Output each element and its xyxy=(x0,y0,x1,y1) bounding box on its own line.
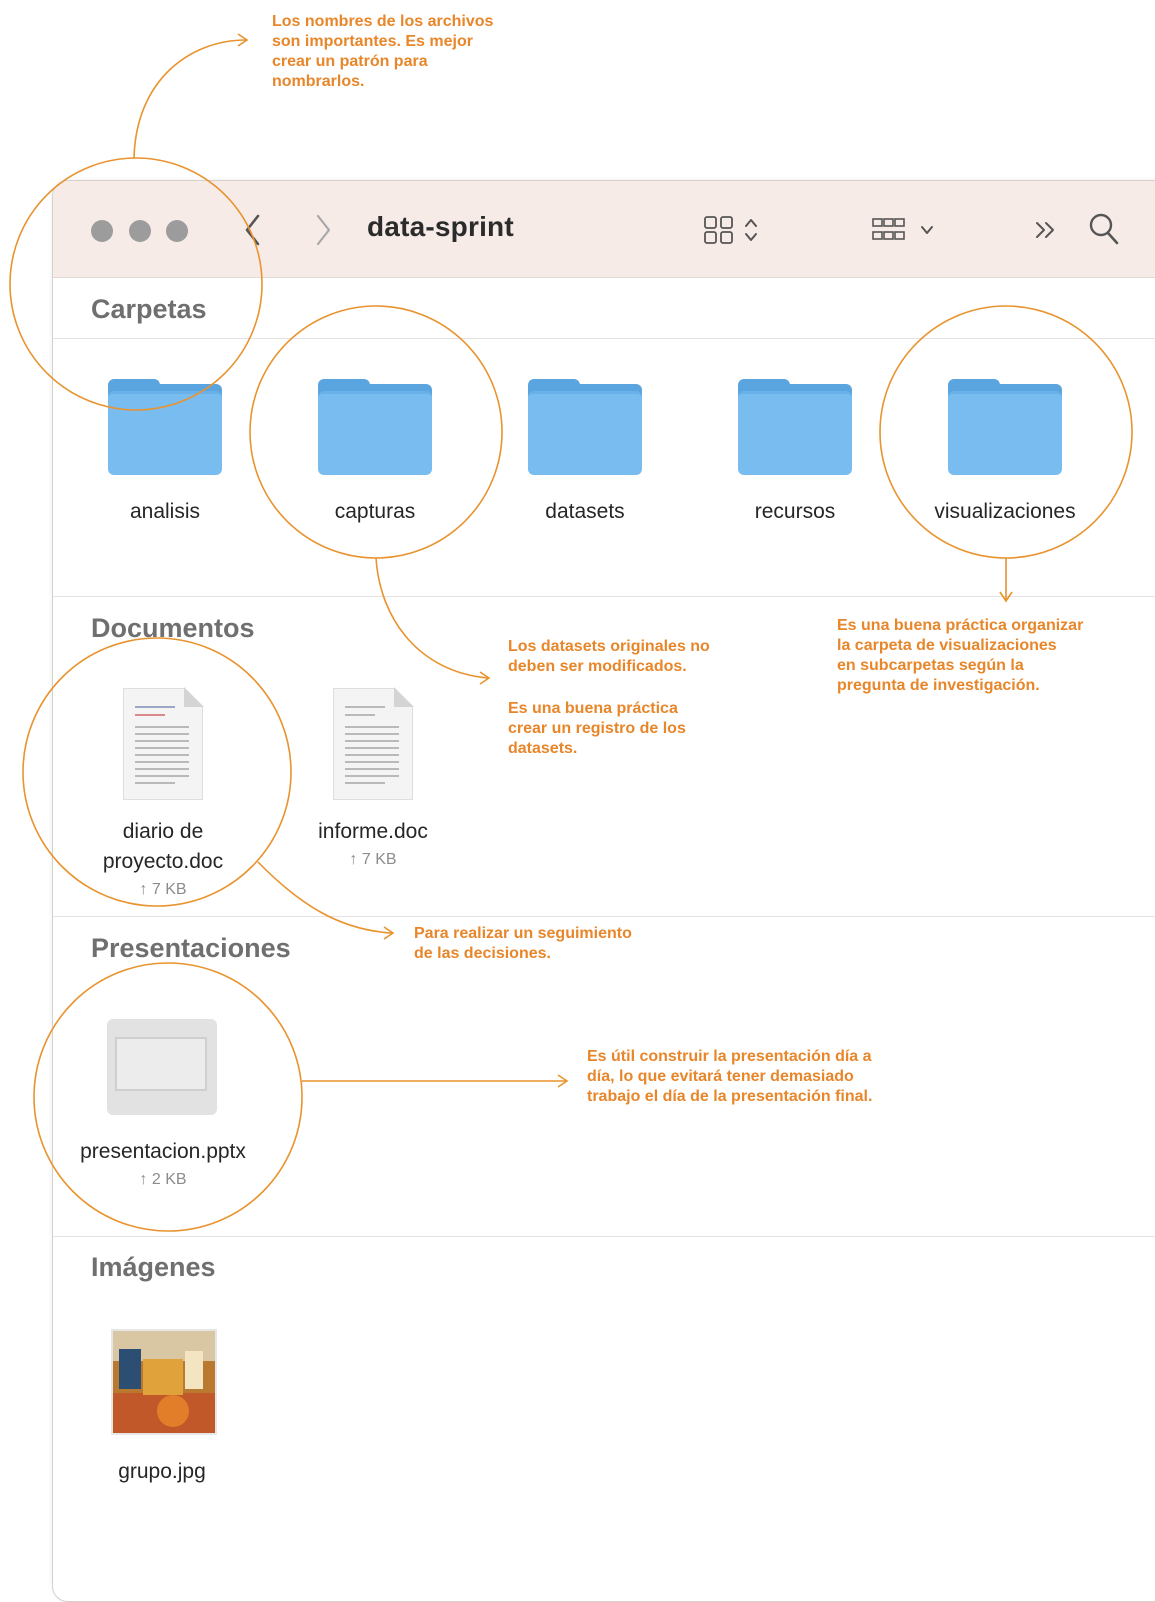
folder-label-datasets[interactable]: datasets xyxy=(470,497,700,527)
zoom-window-button[interactable] xyxy=(166,220,188,242)
toolbar: data-sprint xyxy=(53,181,1155,278)
image-thumbnail[interactable] xyxy=(111,1329,217,1435)
page: data-sprint Carpetas analisis capturas d… xyxy=(0,0,1155,1602)
divider xyxy=(53,338,1155,339)
file-size: ↑ 2 KB xyxy=(139,1171,187,1188)
section-header-presentations: Presentaciones xyxy=(91,933,291,963)
image-label[interactable]: grupo.jpg xyxy=(53,1457,277,1487)
folder-icon[interactable] xyxy=(108,379,222,475)
document-label[interactable]: diario de proyecto.doc xyxy=(53,817,278,877)
folder-label-recursos[interactable]: recursos xyxy=(680,497,910,527)
annotation-datasets-registry: Es una buena práctica crear un registro … xyxy=(508,700,686,757)
file-size: ↑ 7 KB xyxy=(349,851,397,868)
folder-label-capturas[interactable]: capturas xyxy=(260,497,490,527)
folder-icon[interactable] xyxy=(738,379,852,475)
folder-icon[interactable] xyxy=(528,379,642,475)
file-size: ↑ 7 KB xyxy=(139,881,187,898)
annotation-presentation: Es útil construir la presentación día a … xyxy=(587,1048,873,1105)
finder-window: data-sprint Carpetas analisis capturas d… xyxy=(52,180,1155,1602)
folder-label-analisis[interactable]: analisis xyxy=(53,497,280,527)
annotation-datasets-original: Los datasets originales no deben ser mod… xyxy=(508,638,710,675)
arrowhead xyxy=(237,33,249,47)
close-window-button[interactable] xyxy=(91,220,113,242)
annotation-arrow xyxy=(133,39,247,159)
forward-chevron-icon[interactable] xyxy=(313,213,333,247)
document-icon[interactable] xyxy=(333,687,414,800)
annotation-visualizations: Es una buena práctica organizar la carpe… xyxy=(837,617,1084,694)
section-header-folders: Carpetas xyxy=(91,294,207,324)
icon-view-grid-icon[interactable] xyxy=(703,215,735,245)
folder-icon[interactable] xyxy=(318,379,432,475)
annotation-file-names: Los nombres de los archivos son importan… xyxy=(272,13,494,90)
divider xyxy=(53,916,1155,917)
more-chevrons-icon[interactable] xyxy=(1033,217,1059,243)
annotation-diary: Para realizar un seguimiento de las deci… xyxy=(414,925,632,962)
back-chevron-icon[interactable] xyxy=(243,213,263,247)
group-grid-icon[interactable] xyxy=(871,217,907,243)
window-title: data-sprint xyxy=(367,211,514,242)
divider xyxy=(53,596,1155,597)
search-icon[interactable] xyxy=(1087,211,1121,247)
presentation-label[interactable]: presentacion.pptx xyxy=(53,1137,278,1167)
minimize-window-button[interactable] xyxy=(129,220,151,242)
document-label[interactable]: informe.doc xyxy=(258,817,488,847)
section-header-documents: Documentos xyxy=(91,613,255,643)
sort-chevrons-icon[interactable] xyxy=(743,215,759,245)
presentation-icon[interactable] xyxy=(107,1019,217,1115)
folder-icon[interactable] xyxy=(948,379,1062,475)
section-header-images: Imágenes xyxy=(91,1252,216,1282)
folder-label-visualizaciones[interactable]: visualizaciones xyxy=(890,497,1120,527)
document-icon[interactable] xyxy=(123,687,204,800)
divider xyxy=(53,1236,1155,1237)
chevron-down-icon[interactable] xyxy=(919,223,935,237)
